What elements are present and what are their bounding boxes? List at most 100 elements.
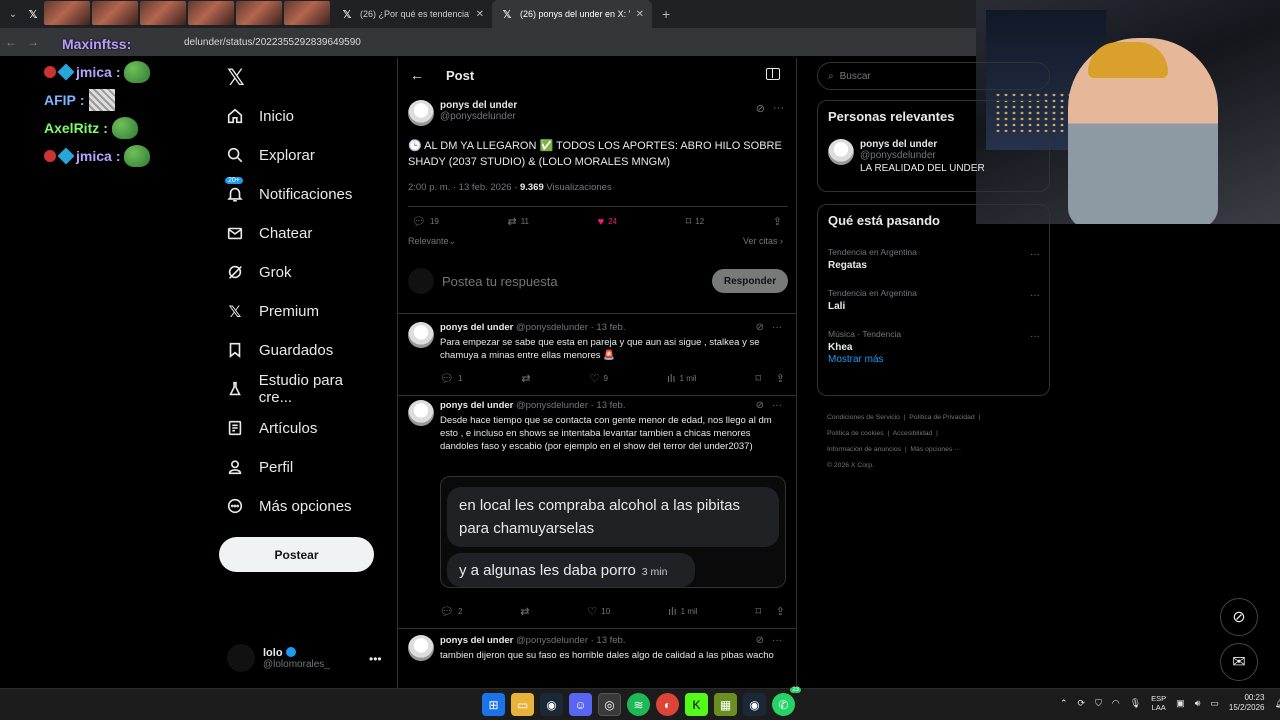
sort-dropdown[interactable]: Relevante⌄ [408,236,456,247]
more-icon[interactable]: ··· [1030,249,1040,260]
reply-author-name[interactable]: ponys del under [440,400,513,411]
chevron-up-icon[interactable]: ⌃ [1060,698,1068,709]
wifi-icon[interactable]: ◠ [1112,698,1120,709]
grok-fab-button[interactable]: ⊘ [1220,598,1258,636]
network-icon[interactable]: ▣ [1176,698,1185,709]
chrome-icon[interactable]: ◐ [656,693,679,716]
more-icon[interactable]: ··· [1030,290,1040,301]
footer-link[interactable]: Información de anuncios [827,446,901,453]
reply-author-name[interactable]: ponys del under [440,322,513,333]
browser-tab-post[interactable]: 𝕏 (26) ponys del under en X: " ✕ [492,0,652,28]
bookmark-button[interactable]: ⌑ 12 [686,215,705,228]
tab-search-menu-icon[interactable]: ⌄ [0,0,26,28]
file-explorer-icon[interactable]: ▭ [511,693,534,716]
more-icon[interactable]: ··· [773,102,784,115]
reply-button[interactable]: 💬︎ 2 [440,605,462,618]
reply-author-name[interactable]: ponys del under [440,635,513,646]
views-button[interactable]: ılı 1 mil [667,372,696,385]
nav-item-notificaciones[interactable]: 20+ Notificaciones [225,177,352,206]
nav-item-articulos[interactable]: Artículos [225,416,317,440]
relevant-user-name[interactable]: ponys del under [860,139,985,150]
steam-icon[interactable]: ◉ [743,693,766,716]
more-icon[interactable]: ··· [772,635,782,646]
like-button[interactable]: ♡ 10 [587,605,610,618]
nav-item-guardados[interactable]: Guardados [225,338,333,362]
view-quotes-link[interactable]: Ver citas › [743,236,783,247]
battery-icon[interactable]: ▭ [1210,698,1219,709]
reply-tweet[interactable]: ponys del under @ponysdelunder · 13 feb.… [408,635,788,688]
back-icon[interactable]: ← [0,35,22,49]
reply-button[interactable]: 💬︎ 1 [440,372,462,385]
more-icon[interactable]: ··· [1030,331,1040,342]
nav-item-chatear[interactable]: Chatear [225,221,312,245]
avatar[interactable] [408,100,434,126]
avatar[interactable] [408,635,434,661]
windows-start-icon[interactable]: ⊞ [482,693,505,716]
back-arrow-icon[interactable]: ← [410,67,424,83]
footer-link[interactable]: Más opciones ··· [910,446,961,453]
repost-button[interactable]: ⇄ [520,605,529,618]
language-indicator[interactable]: ESP LAA [1151,694,1166,712]
reply-input[interactable] [442,273,712,289]
relevant-user-handle[interactable]: @ponysdelunder [860,150,985,161]
trend-item[interactable]: Tendencia en Argentina Regatas ··· [828,247,1040,271]
share-button[interactable]: ⇪ [773,215,782,228]
x-logo-icon[interactable]: 𝕏 [227,66,245,91]
nav-item-premium[interactable]: 𝕏 Premium [225,299,319,323]
share-icon[interactable]: ⇪ [776,372,785,385]
microphone-icon[interactable]: 🎙︎ [1130,698,1141,709]
grok-icon[interactable]: ⊘ [756,400,764,411]
sync-icon[interactable]: ⟳ [1078,698,1086,709]
like-button[interactable]: ♥ 24 [598,215,617,228]
forward-icon[interactable]: → [22,35,44,49]
x-logo-icon[interactable]: 𝕏 [26,8,40,21]
kick-icon[interactable]: K [685,693,708,716]
views-button[interactable]: ılı 1 mil [668,605,697,618]
obs-icon[interactable]: ◎ [598,693,621,716]
messages-fab-button[interactable]: ✉ [1220,643,1258,681]
close-icon[interactable]: ✕ [636,9,644,20]
footer-link[interactable]: Condiciones de Servicio [827,414,900,421]
discord-icon[interactable]: ☺ [569,693,592,716]
reply-button[interactable]: 💬︎ 19 [412,215,439,228]
embedded-screenshot[interactable]: en local les compraba alcohol a las pibi… [440,476,786,588]
whatsapp-icon[interactable]: ✆ 23 [772,687,801,716]
nav-item-grok[interactable]: Grok [225,260,292,284]
trend-item[interactable]: Música · Tendencia Khea ··· [828,329,1040,353]
tweet-author-name[interactable]: ponys del under [440,100,517,111]
grok-icon[interactable]: ⊘ [756,102,765,115]
tweet-author-handle[interactable]: @ponysdelunder [440,111,517,122]
avatar[interactable] [828,139,854,165]
search-box[interactable]: ⌕ Buscar [817,62,1050,90]
bookmark-icon[interactable]: ⌑ [755,605,761,618]
bookmark-icon[interactable]: ⌑ [755,372,761,385]
like-button[interactable]: ♡ 9 [590,372,608,385]
security-icon[interactable]: ⛉ [1095,698,1102,709]
reply-submit-button[interactable]: Responder [712,269,788,293]
nav-item-estudio[interactable]: Estudio para cre... [225,372,379,406]
close-icon[interactable]: ✕ [476,9,484,20]
nav-item-perfil[interactable]: Perfil [225,455,293,479]
notification-bell-icon[interactable]: 🔔︎ [1274,698,1280,709]
footer-link[interactable]: Política de Privacidad [909,414,974,421]
avatar[interactable] [408,322,434,348]
nav-item-mas-opciones[interactable]: Más opciones [225,494,352,518]
more-icon[interactable]: ··· [772,400,782,411]
nav-item-explorar[interactable]: Explorar [225,143,315,167]
clock[interactable]: 00:23 15/2/2026 [1229,693,1265,713]
share-icon[interactable]: ⇪ [776,605,785,618]
more-icon[interactable]: ••• [369,652,382,666]
repost-button[interactable]: ⇄ [521,372,530,385]
post-button[interactable]: Postear [219,537,374,572]
repost-button[interactable]: ⇄ 11 [507,215,529,228]
new-tab-icon[interactable]: + [652,6,680,22]
footer-link[interactable]: Accesibilidad [893,430,933,437]
spotify-icon[interactable]: ≋ [627,693,650,716]
volume-icon[interactable]: 🔊︎ [1195,698,1201,709]
relevant-user[interactable]: ponys del under @ponysdelunder LA REALID… [828,139,985,174]
account-switcher[interactable]: lolo @lolomorales_ [227,644,330,672]
more-icon[interactable]: ··· [772,322,782,333]
reply-tweet[interactable]: ponys del under @ponysdelunder · 13 feb.… [408,322,788,388]
reader-mode-icon[interactable] [766,68,780,80]
url-field[interactable]: delunder/status/2022355292839649590 [184,37,361,48]
